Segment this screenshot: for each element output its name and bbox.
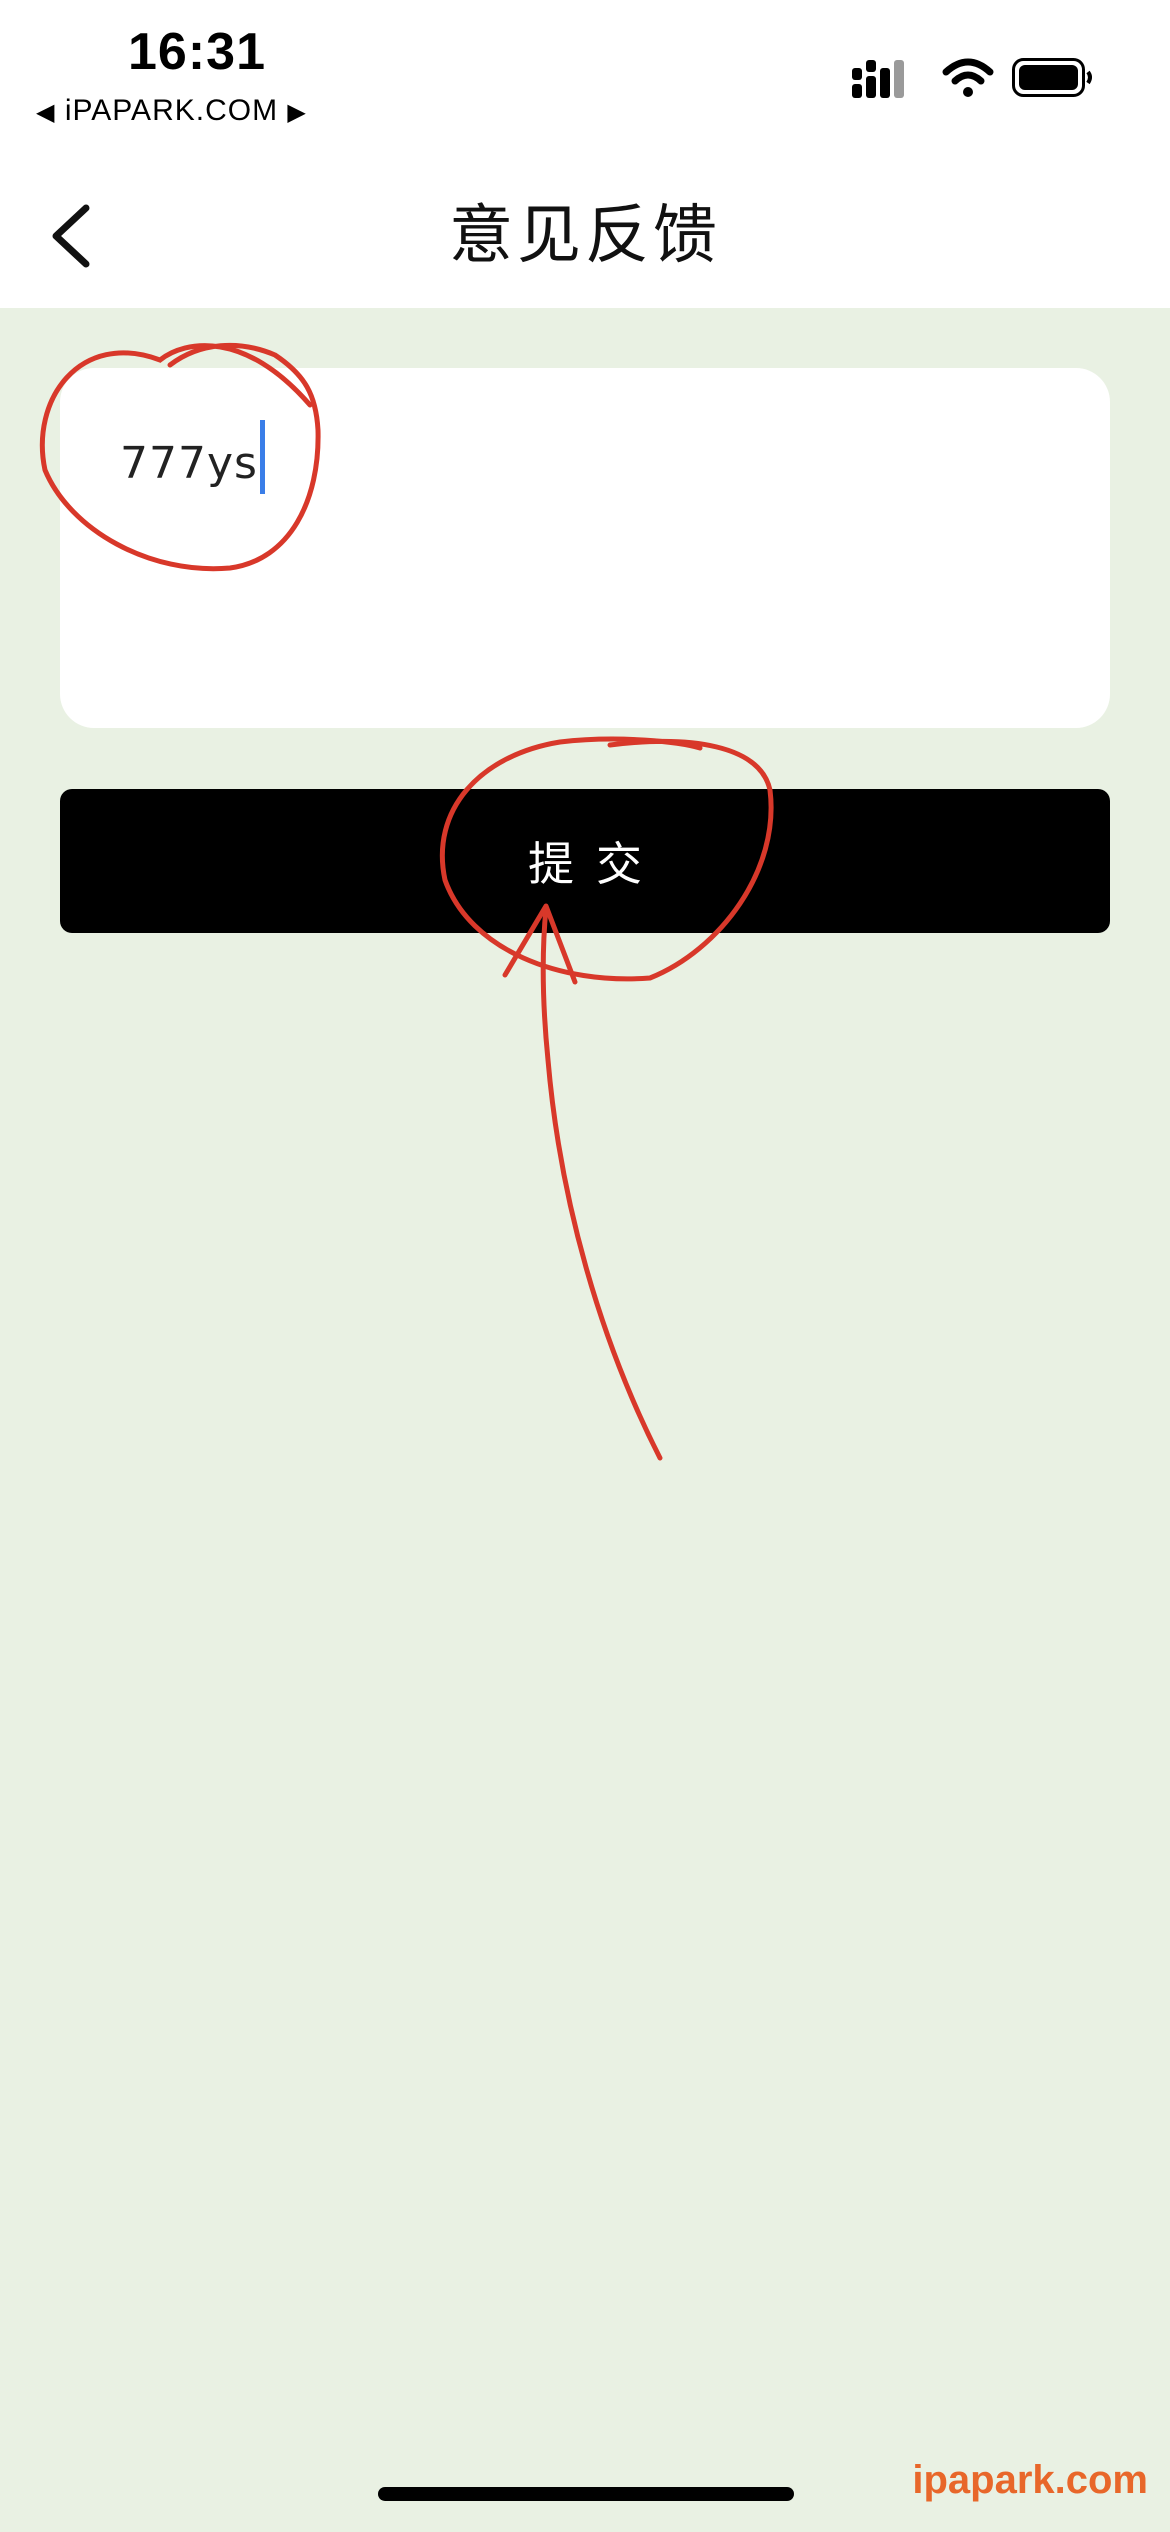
- signal-bars-icon: [852, 60, 904, 98]
- feedback-text-value: 777ys: [120, 420, 265, 494]
- back-app-arrow-icon: ◀: [36, 99, 56, 126]
- submit-label: 提交: [528, 837, 664, 891]
- status-icons: [852, 58, 1092, 98]
- page-title: 意见反馈: [449, 199, 721, 273]
- status-time: 16:31: [128, 23, 266, 81]
- navigation-bar: 意见反馈: [0, 160, 1170, 308]
- text-cursor: [259, 420, 265, 494]
- feedback-value: 777ys: [120, 438, 258, 489]
- wifi-icon: [942, 58, 994, 97]
- back-to-app-link[interactable]: ◀ iPAPARK.COM ▶: [36, 94, 307, 128]
- submit-button[interactable]: 提交: [60, 789, 1110, 933]
- watermark: ipapark.com: [912, 2458, 1148, 2502]
- status-bar: 16:31 ◀ iPAPARK.COM ▶: [0, 0, 1170, 160]
- feedback-page: 777ys 提交: [0, 308, 1170, 2532]
- back-app-forward-icon: ▶: [287, 99, 307, 126]
- battery-icon: [1012, 58, 1092, 97]
- back-app-label: iPAPARK.COM: [64, 94, 279, 127]
- home-indicator[interactable]: [378, 2487, 794, 2501]
- feedback-textarea[interactable]: 777ys: [60, 368, 1110, 728]
